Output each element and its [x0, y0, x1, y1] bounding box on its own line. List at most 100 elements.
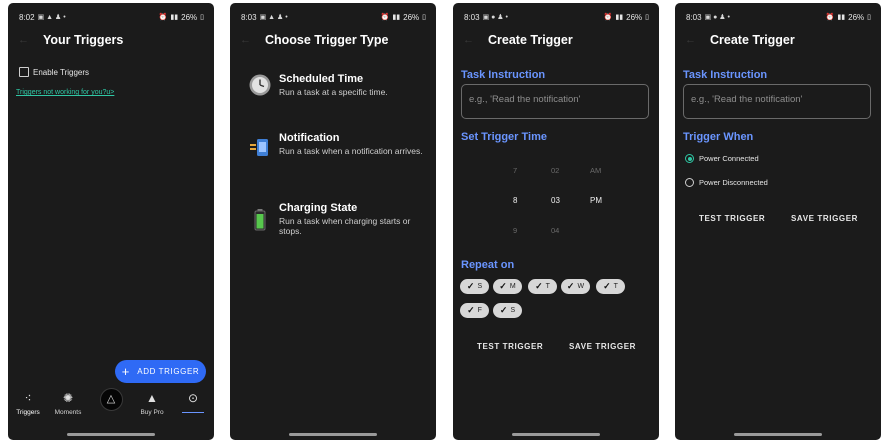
set-trigger-time-label: Set Trigger Time: [461, 131, 547, 143]
time-picker[interactable]: 7 8 9 02 03 04 AM PM: [453, 158, 659, 248]
signal-icon: ▮▮: [837, 14, 846, 21]
battery-icon: ▯: [645, 14, 649, 21]
battery-icon: ▯: [422, 14, 426, 21]
trigger-type-name: Charging State: [279, 202, 358, 214]
nav-indicator: [182, 412, 204, 413]
gesture-bar: [67, 433, 155, 436]
notification-icons: ▣ ▲ ♟ •: [37, 14, 66, 21]
back-arrow-icon[interactable]: ←: [685, 34, 696, 46]
delta-icon: △: [99, 388, 123, 411]
task-instruction-input[interactable]: e.g., 'Read the notification': [683, 84, 871, 119]
app-bar: ← Create Trigger: [675, 29, 881, 53]
page-title: Your Triggers: [43, 33, 124, 47]
day-chip-tuesday[interactable]: ✓ T: [528, 279, 557, 294]
triggers-icon: ⁖: [24, 391, 32, 405]
hour-selected[interactable]: 8: [513, 196, 517, 205]
page-title: Create Trigger: [488, 33, 573, 47]
battery-icon: ▯: [867, 14, 871, 21]
trigger-type-desc: Run a task when a notification arrives.: [279, 146, 423, 156]
page-title: Create Trigger: [710, 33, 795, 47]
status-time: 8:03: [686, 12, 702, 22]
signal-icon: ▮▮: [615, 14, 624, 21]
test-trigger-button[interactable]: TEST TRIGGER: [477, 342, 543, 351]
day-chip-thursday[interactable]: ✓ T: [596, 279, 625, 294]
trigger-type-desc: Run a task when charging starts or stops…: [279, 216, 411, 236]
check-icon: ✓: [466, 281, 475, 291]
power-disconnected-label[interactable]: Power Disconnected: [699, 178, 768, 187]
notification-icon: [250, 139, 268, 156]
day-chip-monday[interactable]: ✓ M: [493, 279, 522, 294]
app-bar: ← Create Trigger: [453, 29, 659, 53]
battery-icon: [254, 209, 266, 231]
gesture-bar: [289, 433, 377, 436]
status-bar: 8:03 ▣ ▲ ♟ • ⏰ ▮▮ 26% ▯: [241, 11, 426, 23]
phone-screen-your-triggers: 8:02 ▣ ▲ ♟ • ⏰ ▮▮ 26% ▯ ← Your Triggers …: [8, 3, 214, 440]
add-trigger-label: ADD TRIGGER: [137, 367, 200, 376]
save-trigger-button[interactable]: SAVE TRIGGER: [569, 342, 636, 351]
save-trigger-button[interactable]: SAVE TRIGGER: [791, 214, 858, 223]
trigger-type-name: Notification: [279, 132, 340, 144]
nav-home[interactable]: △: [91, 388, 131, 411]
status-time: 8:03: [464, 12, 480, 22]
hour-option[interactable]: 9: [513, 226, 517, 235]
phone-screen-create-trigger-time: 8:03 ▣ ● ♟ • ⏰ ▮▮ 26% ▯ ← Create Trigger…: [453, 3, 659, 440]
check-icon: ✓: [499, 305, 508, 315]
ampm-option[interactable]: AM: [590, 166, 601, 175]
alarm-icon: ⏰: [603, 14, 613, 21]
status-time: 8:03: [241, 12, 257, 22]
phone-screen-create-trigger-charging: 8:03 ▣ ● ♟ • ⏰ ▮▮ 26% ▯ ← Create Trigger…: [675, 3, 881, 440]
trigger-type-charging-state[interactable]: Charging State Run a task when charging …: [248, 202, 430, 236]
page-title: Choose Trigger Type: [265, 33, 389, 47]
alarm-icon: ⏰: [158, 14, 168, 21]
trigger-type-scheduled-time[interactable]: Scheduled Time Run a task at a specific …: [248, 73, 430, 105]
battery-icon: ▯: [200, 14, 204, 21]
bottom-navigation: ⁖ Triggers ✺ Moments △ ▲ Buy Pro ⊙: [8, 388, 214, 425]
gesture-bar: [512, 433, 600, 436]
nav-buy-pro[interactable]: ▲ Buy Pro: [132, 391, 172, 416]
battery-level: 26%: [181, 12, 198, 22]
task-instruction-label: Task Instruction: [461, 69, 546, 81]
signal-icon: ▮▮: [170, 14, 179, 21]
enable-triggers-label: Enable Triggers: [33, 67, 90, 77]
notification-icons: ▣ ▲ ♟ •: [259, 14, 288, 21]
enable-triggers-checkbox[interactable]: [19, 67, 29, 77]
check-icon: ✓: [535, 281, 543, 291]
task-instruction-input[interactable]: e.g., 'Read the notification': [461, 84, 649, 119]
day-chip-friday[interactable]: ✓ F: [460, 303, 489, 318]
nav-moments[interactable]: ✺ Moments: [48, 391, 88, 416]
back-arrow-icon[interactable]: ←: [240, 34, 251, 46]
status-bar: 8:03 ▣ ● ♟ • ⏰ ▮▮ 26% ▯: [686, 11, 871, 23]
enable-triggers-row[interactable]: Enable Triggers: [19, 67, 89, 77]
test-trigger-button[interactable]: TEST TRIGGER: [699, 214, 765, 223]
nav-triggers[interactable]: ⁖ Triggers: [8, 391, 48, 416]
day-chip-saturday[interactable]: ✓ S: [493, 303, 522, 318]
app-bar: ← Your Triggers: [8, 29, 214, 53]
power-connected-radio[interactable]: [685, 154, 694, 163]
minute-option[interactable]: 02: [551, 166, 559, 175]
more-icon: ⊙: [187, 391, 199, 405]
add-trigger-button[interactable]: + ADD TRIGGER: [115, 360, 206, 383]
minute-selected[interactable]: 03: [551, 196, 560, 205]
power-connected-label[interactable]: Power Connected: [699, 154, 759, 163]
task-instruction-label: Task Instruction: [683, 69, 768, 81]
moments-icon: ✺: [62, 391, 74, 405]
check-icon: ✓: [603, 281, 611, 291]
help-link[interactable]: Triggers not working for you?u>: [16, 89, 114, 96]
nav-more[interactable]: ⊙: [173, 391, 213, 409]
nav-buy-pro-label: Buy Pro: [140, 409, 164, 416]
clock-icon: [249, 74, 271, 96]
day-chip-wednesday[interactable]: ✓ W: [561, 279, 590, 294]
minute-option[interactable]: 04: [551, 226, 559, 235]
hour-option[interactable]: 7: [513, 166, 517, 175]
power-disconnected-radio[interactable]: [685, 178, 694, 187]
notification-icons: ▣ ● ♟ •: [482, 14, 508, 21]
signal-icon: ▮▮: [392, 14, 401, 21]
back-arrow-icon[interactable]: ←: [463, 34, 474, 46]
trigger-when-label: Trigger When: [683, 131, 754, 143]
ampm-selected[interactable]: PM: [590, 196, 602, 205]
nav-triggers-label: Triggers: [16, 409, 40, 416]
trigger-type-notification[interactable]: Notification Run a task when a notificat…: [248, 132, 430, 166]
back-arrow-icon[interactable]: ←: [18, 34, 29, 46]
day-chip-sunday[interactable]: ✓ S: [460, 279, 489, 294]
status-bar: 8:02 ▣ ▲ ♟ • ⏰ ▮▮ 26% ▯: [19, 11, 204, 23]
